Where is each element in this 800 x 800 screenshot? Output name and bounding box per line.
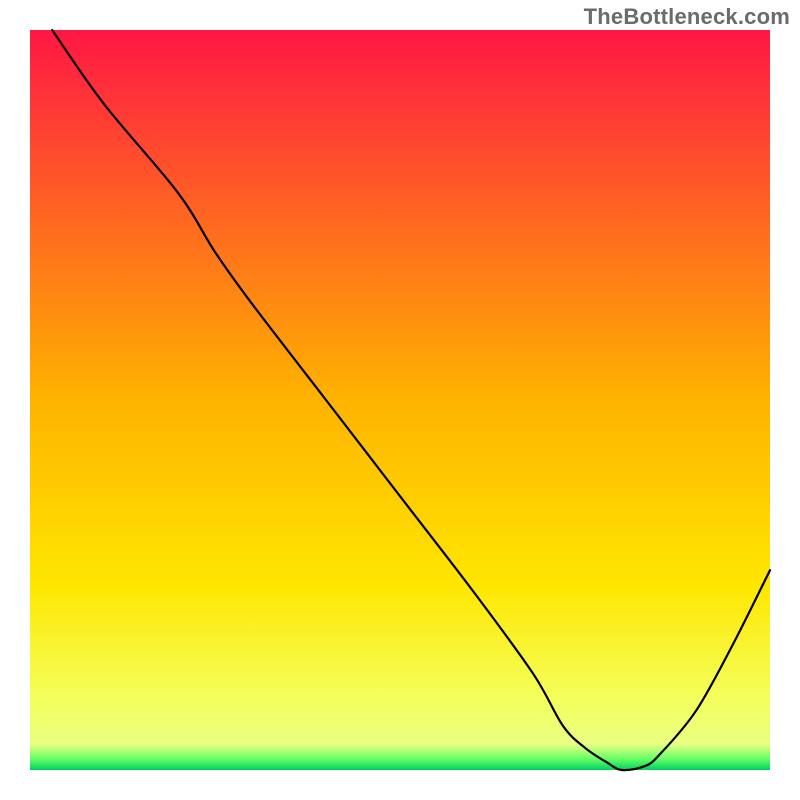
chart-container: TheBottleneck.com xyxy=(0,0,800,800)
gradient-background xyxy=(30,30,770,770)
watermark-text: TheBottleneck.com xyxy=(584,4,790,30)
bottleneck-chart xyxy=(0,0,800,800)
